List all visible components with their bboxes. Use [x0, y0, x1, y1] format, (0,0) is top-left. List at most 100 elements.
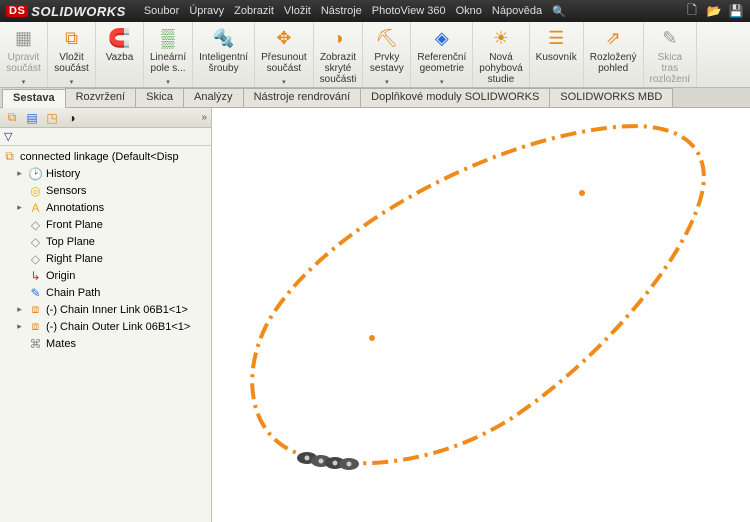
assembly-icon: ⧉: [2, 149, 17, 164]
config-tab-icon[interactable]: ◳: [44, 110, 60, 126]
tree-annotations[interactable]: ▸ A Annotations: [2, 199, 209, 216]
expand-icon[interactable]: ▸: [14, 304, 25, 315]
smart-fasteners-button[interactable]: 🔩 Inteligentníšrouby: [193, 22, 255, 87]
move-component-button[interactable]: ✥ Přesunoutsoučást ▾: [255, 22, 314, 87]
linear-pattern-button[interactable]: ▒ Lineárnípole s... ▾: [144, 22, 193, 87]
explode-sketch-icon: ✎: [658, 26, 682, 50]
assembly-features-button[interactable]: ⛏ Prvkysestavy ▾: [363, 22, 411, 87]
edit-component-button[interactable]: ▦ Upravitsoučást ▾: [0, 22, 48, 87]
tree-top-plane[interactable]: ◇ Top Plane: [2, 233, 209, 250]
move-icon: ✥: [272, 26, 296, 50]
menu-bar: Soubor Úpravy Zobrazit Vložit Nástroje P…: [144, 5, 566, 18]
edit-component-label: Upravitsoučást: [6, 52, 40, 74]
display-tab-icon[interactable]: ◑: [64, 110, 80, 126]
menu-edit[interactable]: Úpravy: [189, 5, 224, 18]
chevron-down-icon: ▾: [22, 78, 26, 86]
feature-tree: ⧉ connected linkage (Default<Disp ▸ 🕑 Hi…: [0, 146, 211, 354]
sketch-icon: ✎: [28, 285, 43, 300]
mate-label: Vazba: [106, 52, 134, 63]
edit-component-icon: ▦: [12, 26, 36, 50]
plane-icon: ◇: [28, 251, 43, 266]
panel-tab-bar: ⧉ ▤ ◳ ◑ »: [0, 108, 211, 128]
origin-icon: ↳: [28, 268, 43, 283]
expand-icon[interactable]: ▸: [14, 202, 25, 213]
new-file-icon[interactable]: 🗋: [684, 3, 700, 19]
bom-icon: ☰: [544, 26, 568, 50]
property-tab-icon[interactable]: ▤: [24, 110, 40, 126]
part-icon: ⧈: [28, 319, 43, 334]
explode-sketch-label: Skicatrasrozložení: [650, 52, 691, 85]
tree-root[interactable]: ⧉ connected linkage (Default<Disp: [2, 148, 209, 165]
tree-right-label: Right Plane: [46, 253, 103, 265]
tree-right-plane[interactable]: ◇ Right Plane: [2, 250, 209, 267]
tree-outer-link[interactable]: ▸ ⧈ (-) Chain Outer Link 06B1<1>: [2, 318, 209, 335]
tab-render[interactable]: Nástroje rendrování: [243, 88, 362, 107]
tab-evaluate[interactable]: Analýzy: [183, 88, 244, 107]
graphics-viewport[interactable]: [212, 108, 750, 522]
reference-geometry-button[interactable]: ◈ Referenčnígeometrie ▾: [411, 22, 473, 87]
bom-button[interactable]: ☰ Kusovník: [530, 22, 584, 87]
part-icon: ⧈: [28, 302, 43, 317]
chain-path-sketch: [212, 108, 750, 522]
insert-component-icon: ⧉: [60, 26, 84, 50]
menu-window[interactable]: Okno: [456, 5, 482, 18]
sensor-icon: ◎: [28, 183, 43, 198]
tab-addins[interactable]: Doplňkové moduly SOLIDWORKS: [360, 88, 550, 107]
open-file-icon[interactable]: 📂: [706, 3, 722, 19]
exploded-view-button[interactable]: ⇗ Rozloženýpohled: [584, 22, 644, 87]
menu-photoview[interactable]: PhotoView 360: [372, 5, 446, 18]
tree-mates[interactable]: ⌘ Mates: [2, 335, 209, 352]
new-motion-study-button[interactable]: ☀ Novápohybovástudie: [473, 22, 529, 87]
linear-pattern-label: Lineárnípole s...: [150, 52, 186, 74]
plane-icon: ◇: [28, 234, 43, 249]
tab-layout[interactable]: Rozvržení: [65, 88, 137, 107]
menu-tools[interactable]: Nástroje: [321, 5, 362, 18]
tree-history[interactable]: ▸ 🕑 History: [2, 165, 209, 182]
tree-inner-label: (-) Chain Inner Link 06B1<1>: [46, 304, 188, 316]
ribbon: ▦ Upravitsoučást ▾ ⧉ Vložitsoučást ▾ 🧲 V…: [0, 22, 750, 88]
show-hidden-icon: ◑: [326, 26, 350, 50]
move-component-label: Přesunoutsoučást: [261, 52, 307, 74]
menu-file[interactable]: Soubor: [144, 5, 179, 18]
chevron-right-icon[interactable]: »: [201, 112, 207, 123]
reference-geometry-label: Referenčnígeometrie: [417, 52, 466, 74]
show-hidden-button[interactable]: ◑ Zobrazitskrytésoučásti: [314, 22, 364, 87]
mate-button[interactable]: 🧲 Vazba: [96, 22, 144, 87]
main-area: ⧉ ▤ ◳ ◑ » ▽ ⧉ connected linkage (Default…: [0, 108, 750, 522]
tree-top-label: Top Plane: [46, 236, 95, 248]
tab-mbd[interactable]: SOLIDWORKS MBD: [549, 88, 673, 107]
feature-manager-panel: ⧉ ▤ ◳ ◑ » ▽ ⧉ connected linkage (Default…: [0, 108, 212, 522]
tree-chain-path[interactable]: ✎ Chain Path: [2, 284, 209, 301]
search-icon[interactable]: 🔍: [552, 5, 566, 18]
expand-icon[interactable]: ▸: [14, 168, 25, 179]
folder-icon: 🕑: [28, 166, 43, 181]
tree-inner-link[interactable]: ▸ ⧈ (-) Chain Inner Link 06B1<1>: [2, 301, 209, 318]
filter-icon: ▽: [4, 130, 12, 143]
menu-insert[interactable]: Vložit: [284, 5, 311, 18]
expand-icon[interactable]: ▸: [14, 321, 25, 332]
tree-sensors[interactable]: ◎ Sensors: [2, 182, 209, 199]
assembly-features-icon: ⛏: [375, 26, 399, 50]
feature-tree-tab-icon[interactable]: ⧉: [4, 110, 20, 126]
chevron-down-icon: ▾: [166, 78, 170, 86]
filter-row[interactable]: ▽: [0, 128, 211, 146]
tab-sketch[interactable]: Skica: [135, 88, 184, 107]
save-icon[interactable]: 💾: [728, 3, 744, 19]
app-logo: DS SOLIDWORKS: [6, 4, 126, 19]
chevron-down-icon: ▾: [440, 78, 444, 86]
tree-front-plane[interactable]: ◇ Front Plane: [2, 216, 209, 233]
mates-icon: ⌘: [28, 336, 43, 351]
insert-component-label: Vložitsoučást: [54, 52, 88, 74]
explode-sketch-button[interactable]: ✎ Skicatrasrozložení: [644, 22, 698, 87]
tree-mates-label: Mates: [46, 338, 76, 350]
quick-access-toolbar: 🗋 📂 💾: [684, 3, 744, 19]
tree-origin[interactable]: ↳ Origin: [2, 267, 209, 284]
menu-help[interactable]: Nápověda: [492, 5, 542, 18]
mate-icon: 🧲: [108, 26, 132, 50]
tab-assembly[interactable]: Sestava: [2, 89, 66, 108]
annotations-icon: A: [28, 200, 43, 215]
insert-component-button[interactable]: ⧉ Vložitsoučást ▾: [48, 22, 96, 87]
tree-root-label: connected linkage (Default<Disp: [20, 151, 179, 163]
menu-view[interactable]: Zobrazit: [234, 5, 274, 18]
reference-geometry-icon: ◈: [430, 26, 454, 50]
